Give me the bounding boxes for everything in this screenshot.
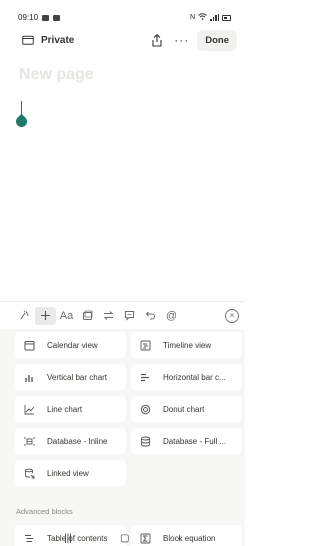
status-bar: 09:10 N	[0, 0, 245, 26]
block-option-donut-chart[interactable]: Donut chart	[131, 396, 242, 422]
back-icon[interactable]: ‹	[178, 533, 181, 544]
status-time: 09:10	[18, 13, 39, 22]
system-nav-bar: ||| ▢ ‹	[0, 531, 245, 546]
database-inline-icon	[23, 435, 35, 447]
battery-icon	[222, 14, 231, 21]
status-right: N	[190, 9, 231, 26]
database-full-icon	[139, 435, 151, 447]
signal-icon	[210, 14, 219, 21]
block-option-database-full[interactable]: Database - Full ...	[131, 428, 242, 454]
comment-icon[interactable]	[119, 307, 140, 325]
home-icon[interactable]: ▢	[120, 533, 129, 544]
gallery-notification-icon	[42, 14, 50, 21]
calendar-icon	[23, 339, 35, 351]
done-button[interactable]: Done	[197, 29, 237, 51]
text-style-button[interactable]: Aa	[56, 307, 77, 325]
block-option-vertical-bar-chart[interactable]: Vertical bar chart	[15, 364, 126, 390]
vertical-bar-chart-icon	[23, 371, 35, 383]
block-option-horizontal-bar-c[interactable]: Horizontal bar c...	[131, 364, 242, 390]
block-option-label: Horizontal bar c...	[163, 372, 226, 382]
page-breadcrumb[interactable]: Private	[41, 35, 74, 46]
recent-apps-icon[interactable]: |||	[64, 533, 72, 544]
undo-icon[interactable]	[140, 307, 161, 325]
share-icon[interactable]	[150, 33, 164, 47]
block-option-database-inline[interactable]: Database - Inline	[15, 428, 126, 454]
horizontal-bar-chart-icon	[139, 371, 151, 383]
editing-toolbar: Aa @ ×	[0, 301, 245, 329]
wifi-icon	[198, 13, 207, 22]
nfc-icon: N	[189, 14, 195, 21]
block-option-label: Donut chart	[163, 404, 205, 414]
close-toolbar-icon[interactable]: ×	[225, 308, 239, 323]
block-picker-panel: Calendar view Timeline view Vertical bar c…	[0, 329, 245, 546]
block-option-line-chart[interactable]: Line chart	[15, 396, 126, 422]
status-left: 09:10	[18, 9, 61, 26]
page-title-input[interactable]: New page	[19, 66, 94, 84]
timeline-icon	[139, 339, 151, 351]
block-option-label: Database - Full ...	[163, 436, 227, 446]
cursor-handle[interactable]	[13, 113, 30, 130]
media-icon[interactable]	[77, 307, 98, 325]
turn-into-icon[interactable]	[98, 307, 119, 325]
block-option-label: Linked view	[47, 468, 89, 478]
block-option-label: Timeline view	[163, 340, 212, 350]
block-option-label: Database - Inline	[47, 436, 108, 446]
add-block-icon[interactable]	[35, 306, 56, 325]
linked-view-icon	[23, 467, 35, 479]
ai-sparkle-icon[interactable]	[14, 307, 35, 325]
block-grid: Calendar view Timeline view Vertical bar c…	[15, 332, 242, 486]
folder-icon	[22, 35, 34, 45]
mention-icon[interactable]: @	[161, 307, 182, 325]
more-options-button[interactable]: ···	[174, 34, 189, 46]
block-option-calendar-view[interactable]: Calendar view	[15, 332, 126, 358]
block-option-label: Line chart	[47, 404, 83, 414]
advanced-blocks-header: Advanced blocks	[16, 507, 73, 516]
page-topbar: Private ··· Done	[0, 27, 245, 53]
line-chart-icon	[23, 403, 35, 415]
block-option-label: Calendar view	[47, 340, 98, 350]
app-notification-icon	[53, 14, 61, 21]
block-option-linked-view[interactable]: Linked view	[15, 460, 126, 486]
block-option-label: Vertical bar chart	[47, 372, 108, 382]
donut-chart-icon	[139, 403, 151, 415]
block-option-timeline-view[interactable]: Timeline view	[131, 332, 242, 358]
